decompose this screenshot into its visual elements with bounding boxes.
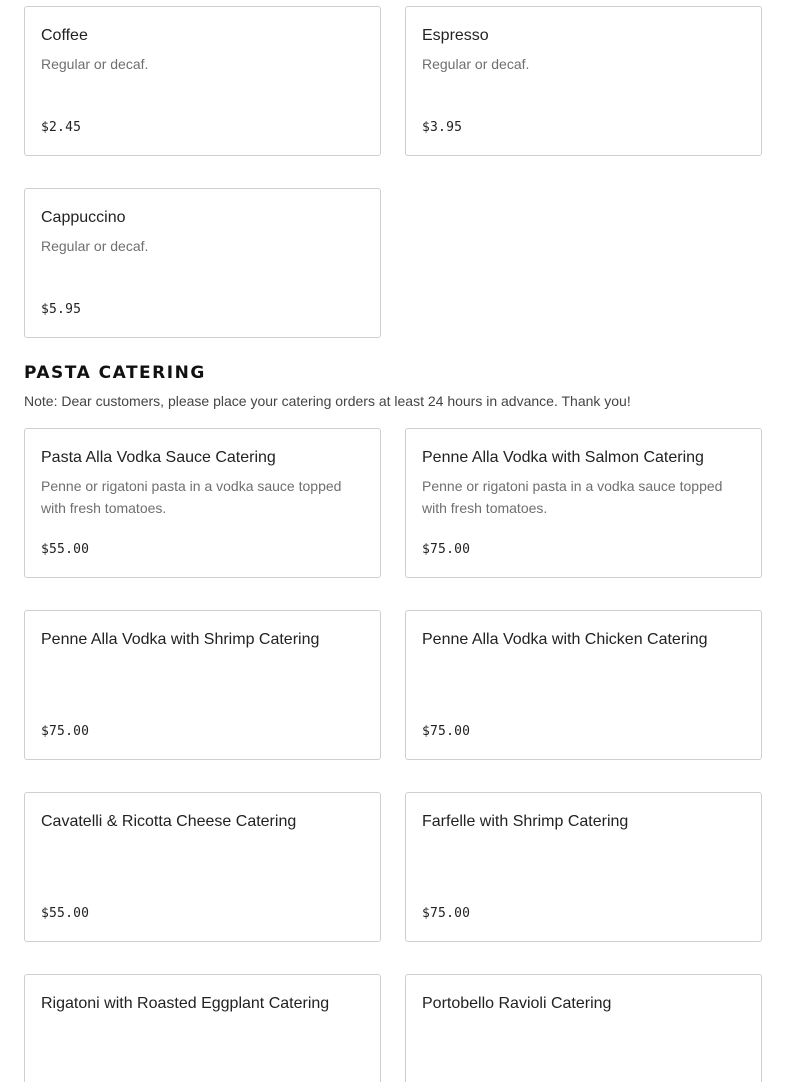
section-title: PASTA CATERING: [24, 363, 206, 383]
item-name: Espresso: [422, 27, 489, 44]
item-name: Cavatelli & Ricotta Cheese Catering: [41, 813, 297, 830]
item-price: $2.45: [41, 120, 82, 135]
item-name: Farfelle with Shrimp Catering: [422, 813, 629, 830]
item-description: Regular or decaf.: [41, 238, 149, 254]
menu-item-card[interactable]: Penne Alla Vodka with Salmon Catering Pe…: [405, 428, 762, 578]
item-price: $5.95: [41, 302, 82, 317]
menu-item-card[interactable]: Farfelle with Shrimp Catering $75.00: [405, 792, 762, 942]
menu-item-card[interactable]: Coffee Regular or decaf. $2.45: [24, 6, 381, 156]
item-name: Portobello Ravioli Catering: [422, 995, 612, 1012]
menu-item-card[interactable]: Penne Alla Vodka with Shrimp Catering $7…: [24, 610, 381, 760]
item-description: Regular or decaf.: [41, 56, 149, 72]
menu-item-card[interactable]: Portobello Ravioli Catering: [405, 974, 762, 1082]
item-price: $55.00: [41, 906, 90, 921]
menu-item-card[interactable]: Cavatelli & Ricotta Cheese Catering $55.…: [24, 792, 381, 942]
item-name: Rigatoni with Roasted Eggplant Catering: [41, 995, 330, 1012]
menu-item-card[interactable]: Pasta Alla Vodka Sauce Catering Penne or…: [24, 428, 381, 578]
menu-item-card[interactable]: Cappuccino Regular or decaf. $5.95: [24, 188, 381, 338]
item-name: Coffee: [41, 27, 88, 44]
item-price: $75.00: [422, 906, 471, 921]
item-price: $55.00: [41, 542, 90, 557]
item-price: $75.00: [422, 724, 471, 739]
item-price: $75.00: [422, 542, 471, 557]
menu-item-card[interactable]: Rigatoni with Roasted Eggplant Catering: [24, 974, 381, 1082]
item-price: $75.00: [41, 724, 90, 739]
item-price: $3.95: [422, 120, 463, 135]
section-note: Note: Dear customers, please place your …: [24, 393, 631, 409]
menu-item-card[interactable]: Espresso Regular or decaf. $3.95: [405, 6, 762, 156]
item-name: Cappuccino: [41, 209, 126, 226]
menu-item-card[interactable]: Penne Alla Vodka with Chicken Catering $…: [405, 610, 762, 760]
item-name: Pasta Alla Vodka Sauce Catering: [41, 449, 276, 466]
item-name: Penne Alla Vodka with Chicken Catering: [422, 631, 708, 648]
item-description: Regular or decaf.: [422, 56, 530, 72]
item-name: Penne Alla Vodka with Shrimp Catering: [41, 631, 320, 648]
item-description: Penne or rigatoni pasta in a vodka sauce…: [422, 478, 723, 516]
item-name: Penne Alla Vodka with Salmon Catering: [422, 449, 704, 466]
item-description: Penne or rigatoni pasta in a vodka sauce…: [41, 478, 342, 516]
